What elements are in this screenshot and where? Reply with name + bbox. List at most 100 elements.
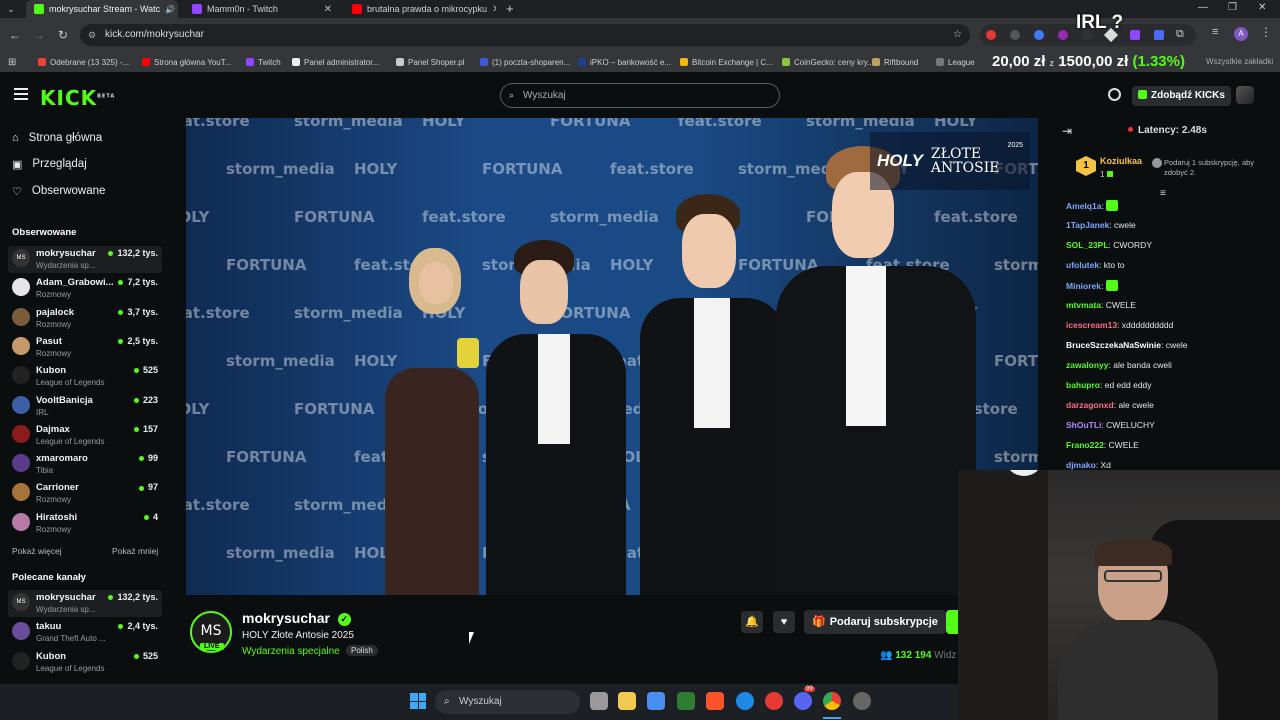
follow-heart-icon[interactable]: ♥	[773, 611, 795, 633]
bookmark-item[interactable]: CoinGecko: ceny kry...	[782, 55, 874, 69]
chat-username[interactable]: ShOuTLi	[1066, 420, 1101, 430]
channel-list-item[interactable]: Pasut Rozmowy 2,5 tys.	[8, 334, 162, 361]
forward-icon[interactable]: →	[30, 26, 48, 44]
channel-list-item[interactable]: VooltBanicja IRL 223	[8, 393, 162, 420]
reload-icon[interactable]: ↻	[54, 26, 72, 44]
reading-list-icon[interactable]: ≡	[1212, 26, 1218, 38]
bookmark-item[interactable]: Odebrane (13 325) -...	[38, 55, 129, 69]
show-more-link[interactable]: Pokaż więcej	[12, 546, 62, 556]
chat-username[interactable]: SOL_23PL	[1066, 240, 1109, 250]
taskbar-search-input[interactable]: ⌕ Wyszukaj	[435, 690, 580, 714]
kick-logo[interactable]: KICKBETA	[40, 86, 115, 110]
bookmark-item[interactable]: (1) poczta-shoparen...	[480, 55, 570, 69]
extension-icon[interactable]	[986, 30, 996, 40]
user-avatar[interactable]	[1236, 86, 1254, 104]
extension-icon[interactable]	[1034, 30, 1044, 40]
chat-username[interactable]: bahupro	[1066, 380, 1100, 390]
nav-browse[interactable]: ▣ Przeglądaj	[12, 155, 87, 173]
bookmark-item[interactable]: Riftbound	[872, 55, 918, 69]
windows-start-icon[interactable]	[410, 693, 426, 709]
gift-leader-name[interactable]: Koziulkaa	[1100, 156, 1142, 166]
chat-username[interactable]: Amelq1a	[1066, 201, 1101, 211]
chat-username[interactable]: ufolutek	[1066, 260, 1099, 270]
channel-list-item[interactable]: pajalock Rozmowy 3,7 tys.	[8, 305, 162, 332]
chat-username[interactable]: mtvmata	[1066, 300, 1101, 310]
minimize-icon[interactable]: —	[1198, 2, 1208, 13]
tab-kick[interactable]: mokrysuchar Stream - Watc 🔊 ✕	[26, 0, 178, 18]
bookmark-item[interactable]: Panel administrator...	[292, 55, 379, 69]
stream-category-link[interactable]: Wydarzenia specjalne	[242, 646, 340, 657]
close-tab-icon[interactable]: ✕	[324, 4, 332, 15]
language-tag[interactable]: Polish	[346, 645, 378, 656]
channel-list-item[interactable]: Hiratoshi Rozmowy 4	[8, 510, 162, 537]
profile-avatar[interactable]: A	[1234, 27, 1248, 41]
extension-icon[interactable]	[1154, 30, 1164, 40]
bookmark-item[interactable]: Strona główna YouT...	[142, 55, 231, 69]
chat-username[interactable]: 1TapJanek	[1066, 220, 1109, 230]
channel-list-item[interactable]: Kubon League of Legends 525	[8, 649, 162, 676]
channel-list-item[interactable]: MS mokrysuchar Wydarzenia sp... 132,2 tys.	[8, 246, 162, 273]
chat-username[interactable]: icescream13	[1066, 320, 1117, 330]
excel-icon[interactable]	[677, 692, 695, 710]
streamer-name[interactable]: mokrysuchar ✓	[242, 610, 351, 626]
window-close-icon[interactable]: ✕	[1258, 2, 1266, 13]
new-tab-button[interactable]: +	[506, 1, 514, 16]
bookmark-item[interactable]: iPKO – bankowość e...	[578, 55, 671, 69]
discord-icon[interactable]: 99	[794, 686, 815, 710]
chrome-icon[interactable]	[823, 692, 841, 710]
bookmark-item[interactable]: League	[936, 55, 975, 69]
apps-icon[interactable]: ⊞	[8, 55, 16, 69]
site-info-icon[interactable]: ⚙	[88, 24, 96, 46]
extension-icon[interactable]	[1130, 30, 1140, 40]
menu-dots-icon[interactable]: ⋮	[1260, 25, 1272, 39]
search-input[interactable]: ⌕ Wyszukaj	[500, 83, 780, 108]
maximize-icon[interactable]: ❐	[1228, 2, 1237, 13]
brave-browser-icon[interactable]	[706, 692, 724, 710]
show-less-link[interactable]: Pokaż mniej	[112, 546, 158, 556]
opera-browser-icon[interactable]	[765, 692, 783, 710]
chat-username[interactable]: darzagonxd	[1066, 400, 1114, 410]
chat-username[interactable]: BruceSzczekaNaSwinie	[1066, 340, 1161, 350]
speaker-icon[interactable]: 🔊	[165, 5, 175, 14]
task-view-icon[interactable]	[590, 692, 608, 710]
gift-subscription-button[interactable]: 🎁 Podaruj subskrypcje	[804, 610, 946, 634]
file-explorer-icon[interactable]	[618, 692, 636, 710]
tab-youtube[interactable]: brutalna prawda o mikrocypku ✕	[344, 0, 496, 18]
edge-browser-icon[interactable]	[736, 692, 754, 710]
extension-icon[interactable]	[1058, 30, 1068, 40]
channel-list-item[interactable]: takuu Grand Theft Auto ... 2,4 tys.	[8, 619, 162, 646]
subscribe-button-edge[interactable]	[946, 610, 958, 634]
bookmark-item[interactable]: Bitcoin Exchange | C...	[680, 55, 773, 69]
chat-username[interactable]: Miniorek	[1066, 281, 1101, 291]
channel-list-item[interactable]: Kubon League of Legends 525	[8, 363, 162, 390]
back-icon[interactable]: ←	[6, 26, 24, 44]
tab-search-icon[interactable]: ⌄	[4, 0, 18, 18]
puzzle-icon[interactable]: ⧉	[1176, 28, 1184, 41]
extension-icon[interactable]	[1010, 30, 1020, 40]
close-tab-icon[interactable]: ✕	[492, 4, 496, 15]
video-player[interactable]: feat.store storm_media HOLY FORTUNA feat.sto…	[186, 118, 1038, 595]
settings-gear-icon[interactable]	[853, 692, 871, 710]
bookmark-item[interactable]: Twitch	[246, 55, 281, 69]
hamburger-menu-icon[interactable]	[14, 88, 28, 100]
collapse-chat-icon[interactable]: ⇥	[1062, 124, 1072, 138]
url-field[interactable]: ⚙ kick.com/mokrysuchar ☆	[80, 24, 970, 46]
channel-list-item[interactable]: Dajmax League of Legends 157	[8, 422, 162, 449]
chat-username[interactable]: zawalonyy	[1066, 360, 1109, 370]
channel-list-item[interactable]: xmaromaro Tibia 99	[8, 451, 162, 478]
bookmark-star-icon[interactable]: ☆	[953, 24, 962, 46]
store-icon[interactable]	[647, 692, 665, 710]
all-bookmarks-link[interactable]: Wszystkie zakładki	[1206, 57, 1273, 66]
notification-bell-icon[interactable]: 🔔	[741, 611, 763, 633]
get-kicks-button[interactable]: Zdobądź KICKs	[1132, 86, 1231, 106]
tab-twitch[interactable]: Mamm0n - Twitch ✕	[184, 0, 340, 18]
channel-list-item[interactable]: MS mokrysuchar Wydarzenia sp... 132,2 tys.	[8, 590, 162, 617]
nav-home[interactable]: ⌂ Strona główna	[12, 129, 102, 147]
chat-username[interactable]: Frano222	[1066, 440, 1104, 450]
theme-toggle-icon[interactable]	[1108, 88, 1121, 101]
channel-list-item[interactable]: Adam_Grabowi... Rozmowy 7,2 tys.	[8, 275, 162, 302]
channel-list-item[interactable]: Carrioner Rozmowy 97	[8, 480, 162, 507]
pinned-expand-icon[interactable]: ≡	[1160, 188, 1166, 199]
bookmark-item[interactable]: Panel Shoper.pl	[396, 55, 465, 69]
nav-following[interactable]: ♡ Obserwowane	[12, 182, 105, 200]
